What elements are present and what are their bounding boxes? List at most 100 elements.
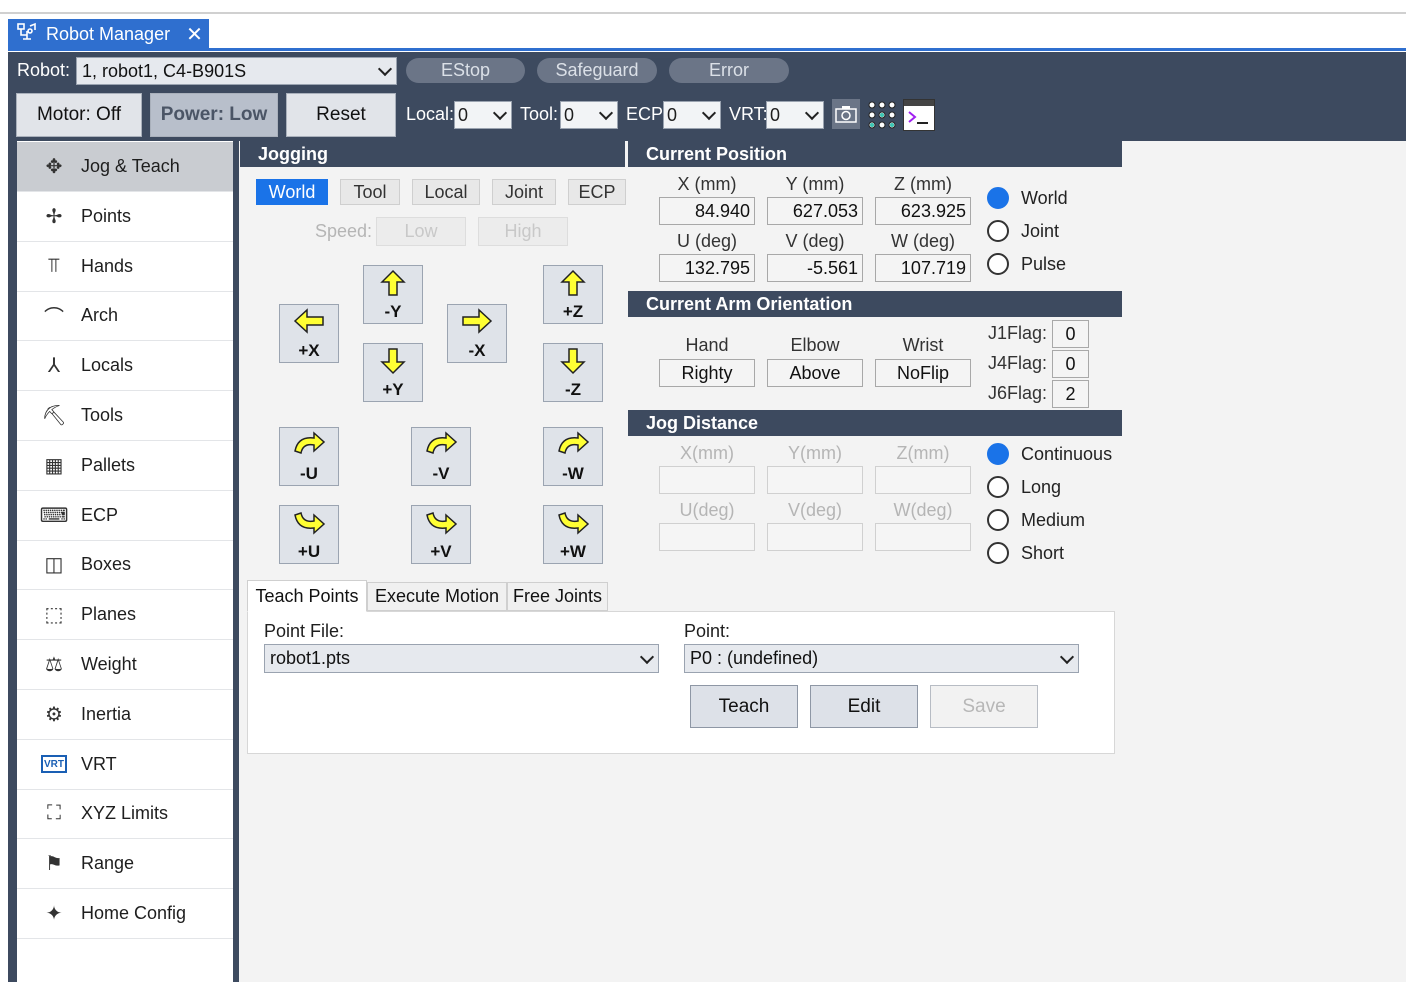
weight-icon: ⚖ xyxy=(45,654,63,676)
sidebar-item-boxes[interactable]: ◫ Boxes xyxy=(17,540,233,591)
sidebar-item-arch[interactable]: ⌒ Arch xyxy=(17,291,233,342)
distance-medium-radio[interactable]: Medium xyxy=(987,509,1085,531)
sidebar-item-jog-teach[interactable]: ✥ Jog & Teach xyxy=(17,142,233,192)
elbow-label: Elbow xyxy=(790,335,840,355)
pos-x-label: X (mm) xyxy=(677,174,737,194)
xyz-limits-icon: ⛶ xyxy=(47,802,61,825)
rotate-cw-icon xyxy=(426,512,458,535)
radio-label: Pulse xyxy=(1021,253,1067,274)
teach-button[interactable]: Teach xyxy=(690,685,798,728)
dist-z-input[interactable] xyxy=(875,466,971,494)
jog-plus-u-button[interactable]: +U xyxy=(279,505,339,564)
robot-manager-tab[interactable]: Robot Manager ✕ xyxy=(8,19,209,50)
jog-plus-z-button[interactable]: +Z xyxy=(543,265,603,324)
sidebar-item-inertia[interactable]: ⚙ Inertia xyxy=(17,690,233,740)
local-label: Local: xyxy=(406,104,455,124)
sidebar-item-locals[interactable]: ⅄ Locals xyxy=(17,341,233,392)
motor-button[interactable]: Motor: Off xyxy=(16,93,142,137)
sidebar-item-xyz-limits[interactable]: ⛶ XYZ Limits xyxy=(17,789,233,840)
sidebar-item-points[interactable]: ✢ Points xyxy=(17,192,233,242)
display-pulse-radio[interactable]: Pulse xyxy=(987,253,1066,275)
radio-selected-icon xyxy=(987,187,1009,209)
sidebar-item-hands[interactable]: ⫪ Hands xyxy=(17,242,233,292)
sidebar-item-planes[interactable]: ⬚ Planes xyxy=(17,590,233,641)
grid-dots-icon[interactable] xyxy=(866,99,898,131)
point-file-value: robot1.pts xyxy=(270,648,351,668)
display-joint-radio[interactable]: Joint xyxy=(987,220,1059,242)
speed-low-button[interactable]: Low xyxy=(376,217,466,246)
jog-plus-y-button[interactable]: +Y xyxy=(363,343,423,402)
pos-z-label: Z (mm) xyxy=(894,174,952,194)
chevron-down-icon xyxy=(804,105,820,121)
dist-x-input[interactable] xyxy=(659,466,755,494)
jog-minus-u-button[interactable]: -U xyxy=(279,427,339,486)
radio-icon xyxy=(987,253,1009,275)
local-select[interactable]: 0 xyxy=(454,101,512,129)
robot-select[interactable]: 1, robot1, C4-B901S xyxy=(76,57,397,85)
save-button[interactable]: Save xyxy=(930,685,1038,728)
sidebar-item-label: Tools xyxy=(81,405,124,425)
tool-select[interactable]: 0 xyxy=(560,101,618,129)
dist-v-input[interactable] xyxy=(767,523,863,551)
mode-ecp-button[interactable]: ECP xyxy=(568,179,626,205)
chevron-down-icon xyxy=(492,105,508,121)
dist-u-label: U(deg) xyxy=(679,500,735,520)
chevron-down-icon xyxy=(377,61,393,77)
dist-y-input[interactable] xyxy=(767,466,863,494)
distance-short-radio[interactable]: Short xyxy=(987,542,1064,564)
edit-button[interactable]: Edit xyxy=(810,685,918,728)
radio-label: Long xyxy=(1021,476,1062,497)
jog-minus-v-button[interactable]: -V xyxy=(411,427,471,486)
tab-teach-points[interactable]: Teach Points xyxy=(247,580,367,612)
pos-u-value: 132.795 xyxy=(659,254,755,282)
top-divider xyxy=(0,12,1406,14)
j1flag-label: J1Flag: xyxy=(988,323,1048,343)
jog-plus-w-button[interactable]: +W xyxy=(543,505,603,564)
sidebar-item-range[interactable]: ⚑ Range xyxy=(17,839,233,890)
mode-local-button[interactable]: Local xyxy=(412,179,480,205)
camera-icon[interactable] xyxy=(832,99,860,129)
mode-world-button[interactable]: World xyxy=(256,179,328,205)
sidebar-item-tools[interactable]: ⛏ Tools xyxy=(17,391,233,441)
reset-button[interactable]: Reset xyxy=(286,93,396,137)
terminal-icon[interactable] xyxy=(903,99,935,131)
sidebar-item-label: Range xyxy=(81,853,135,874)
j4flag-label: J4Flag: xyxy=(988,353,1048,373)
tab-execute-motion[interactable]: Execute Motion xyxy=(367,582,507,611)
tool-label: Tool: xyxy=(520,104,559,124)
sidebar-item-home-config[interactable]: ✦ Home Config xyxy=(17,889,233,939)
dist-z-label: Z(mm) xyxy=(896,443,950,463)
jog-minus-z-button[interactable]: -Z xyxy=(543,343,603,402)
rotate-ccw-icon xyxy=(426,431,458,454)
distance-continuous-radio[interactable]: Continuous xyxy=(987,443,1112,465)
mode-joint-button[interactable]: Joint xyxy=(492,179,556,205)
ecp-select[interactable]: 0 xyxy=(663,101,721,129)
dist-w-input[interactable] xyxy=(875,523,971,551)
sidebar-item-label: Home Config xyxy=(81,903,187,923)
jog-minus-y-button[interactable]: -Y xyxy=(363,265,423,324)
arrow-up-icon xyxy=(560,269,586,296)
pos-x-value: 84.940 xyxy=(659,197,755,225)
sidebar-item-pallets[interactable]: ▦ Pallets xyxy=(17,441,233,491)
jog-plus-v-button[interactable]: +V xyxy=(411,505,471,564)
power-button[interactable]: Power: Low xyxy=(150,93,278,137)
point-file-select[interactable]: robot1.pts xyxy=(264,644,659,673)
pos-u-label: U (deg) xyxy=(676,231,738,251)
point-select[interactable]: P0 : (undefined) xyxy=(684,644,1079,673)
rotate-cw-icon xyxy=(558,512,590,535)
jog-minus-w-button[interactable]: -W xyxy=(543,427,603,486)
distance-long-radio[interactable]: Long xyxy=(987,476,1061,498)
sidebar-item-vrt[interactable]: VRT VRT xyxy=(17,740,233,790)
tab-free-joints[interactable]: Free Joints xyxy=(507,582,608,611)
display-world-radio[interactable]: World xyxy=(987,187,1068,209)
mode-tool-button[interactable]: Tool xyxy=(340,179,400,205)
jog-plus-x-button[interactable]: +X xyxy=(279,304,339,363)
sidebar-item-weight[interactable]: ⚖ Weight xyxy=(17,640,233,690)
jog-minus-x-button[interactable]: -X xyxy=(447,304,507,363)
speed-high-button[interactable]: High xyxy=(478,217,568,246)
vrt-select[interactable]: 0 xyxy=(766,101,824,129)
arrow-up-icon xyxy=(380,269,406,296)
dist-u-input[interactable] xyxy=(659,523,755,551)
sidebar-item-ecp[interactable]: ⌨ ECP xyxy=(17,491,233,541)
close-icon[interactable]: ✕ xyxy=(186,22,203,47)
